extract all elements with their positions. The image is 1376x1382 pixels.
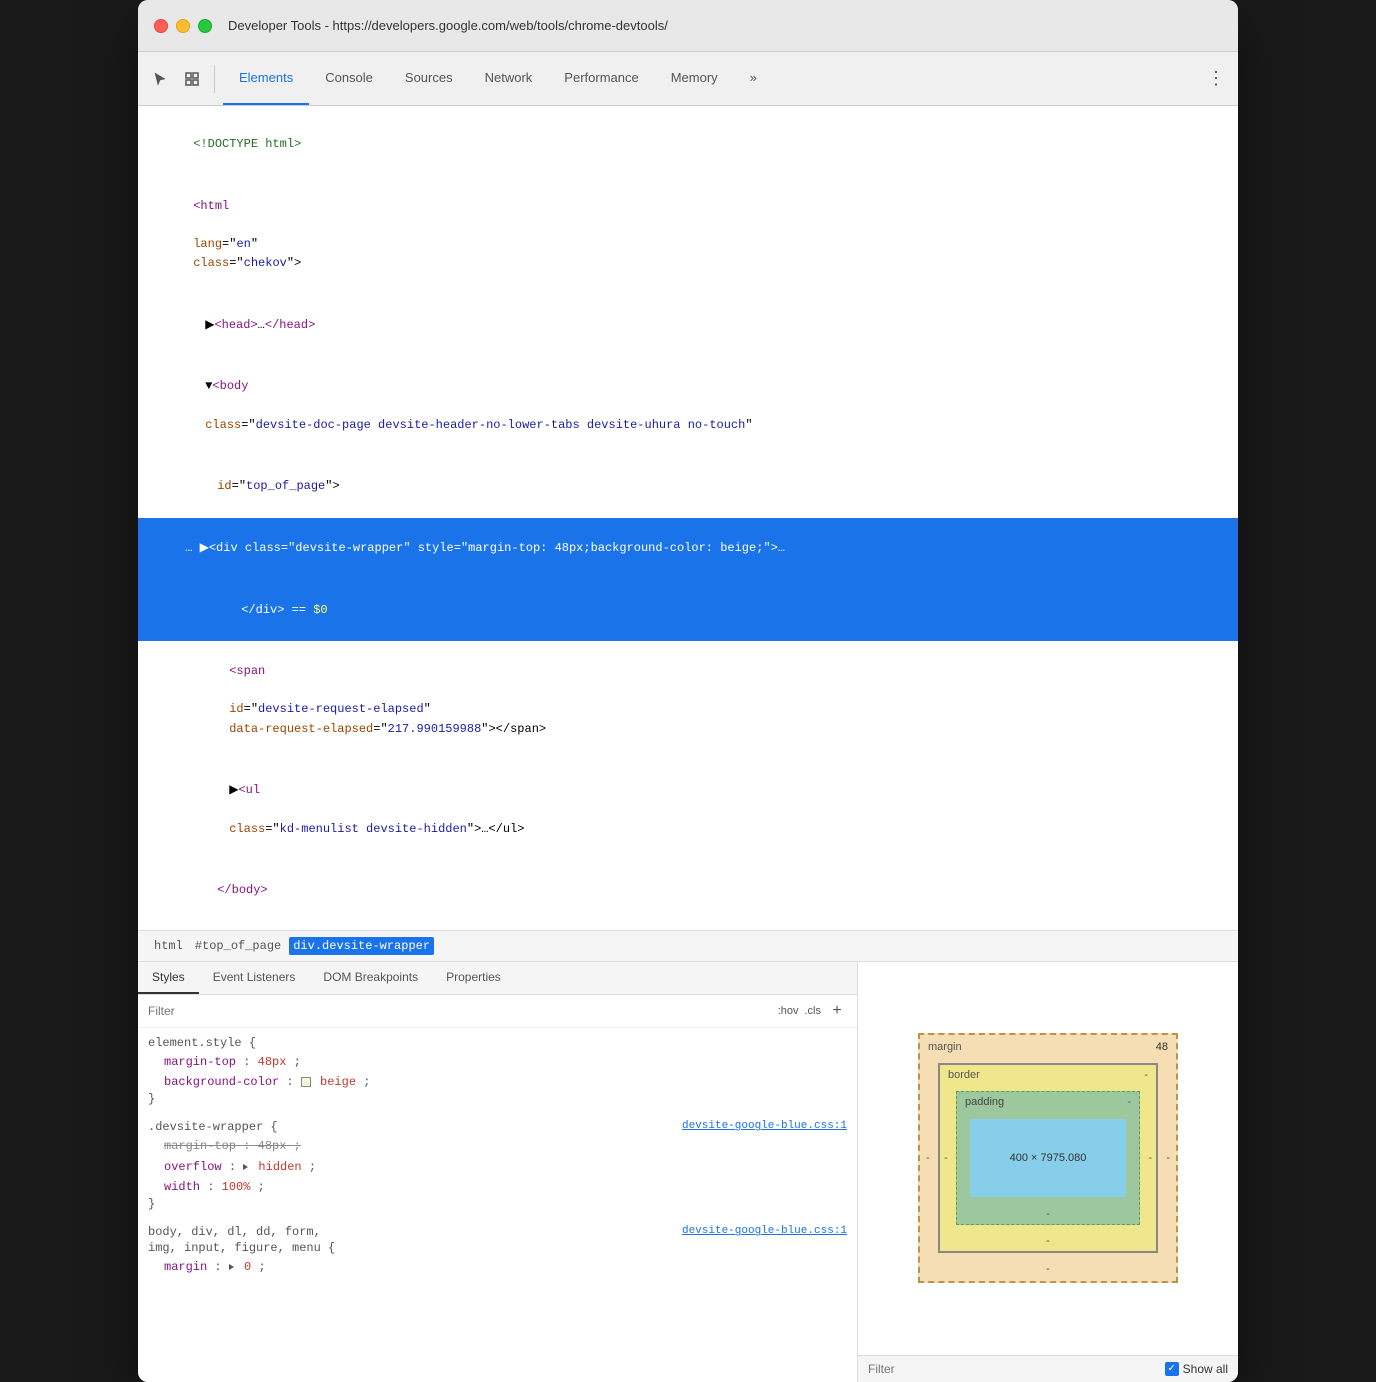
tab-elements[interactable]: Elements [223, 52, 309, 105]
minimize-button[interactable] [176, 19, 190, 33]
content-size: 400 × 7975.080 [1010, 1152, 1087, 1164]
padding-value: - [1127, 1096, 1131, 1108]
tab-dom-breakpoints[interactable]: DOM Breakpoints [309, 962, 432, 994]
border-label: border [948, 1069, 980, 1081]
css-prop[interactable]: background-color : beige ; [148, 1072, 847, 1092]
panel-tabs: Styles Event Listeners DOM Breakpoints P… [138, 962, 857, 995]
css-selector2: img, input, figure, menu { [148, 1241, 847, 1255]
dom-line[interactable]: <span id="devsite-request-elapsed" data-… [138, 641, 1238, 760]
breadcrumb-html[interactable]: html [150, 937, 187, 955]
css-close-brace: } [148, 1092, 847, 1106]
css-prop[interactable]: margin : 0 ; [148, 1257, 847, 1277]
maximize-button[interactable] [198, 19, 212, 33]
filter-hints: :hov .cls + [778, 1001, 847, 1021]
css-source-link[interactable]: devsite-google-blue.css:1 [682, 1225, 847, 1237]
titlebar: Developer Tools - https://developers.goo… [138, 0, 1238, 52]
window-title: Developer Tools - https://developers.goo… [228, 18, 668, 33]
menu-button[interactable]: ⋮ [1202, 65, 1230, 93]
dom-line[interactable]: ▶<ul class="kd-menulist devsite-hidden">… [138, 760, 1238, 860]
checkbox-indicator: ✓ [1165, 1362, 1179, 1376]
cursor-icon[interactable] [146, 65, 174, 93]
css-rule-devsite-wrapper: .devsite-wrapper { devsite-google-blue.c… [148, 1120, 847, 1211]
cls-filter[interactable]: .cls [805, 1005, 822, 1017]
filter-bar: :hov .cls + [138, 995, 857, 1028]
traffic-lights [154, 19, 212, 33]
tab-console[interactable]: Console [309, 52, 389, 105]
dom-line[interactable]: <html lang="en" class="chekov"> [138, 176, 1238, 295]
css-prop-strikethrough[interactable]: margin-top : 48px ; [148, 1136, 847, 1156]
content-box: 400 × 7975.080 [970, 1119, 1126, 1197]
dom-panel: <!DOCTYPE html> <html lang="en" class="c… [138, 106, 1238, 931]
border-right: - [1148, 1152, 1152, 1164]
toolbar: Elements Console Sources Network Perform… [138, 52, 1238, 106]
box-model-container: margin 48 - - - border - - - - [858, 962, 1238, 1355]
margin-top-value: 48 [1156, 1041, 1168, 1053]
show-all-label: Show all [1183, 1362, 1228, 1376]
css-source-link[interactable]: devsite-google-blue.css:1 [682, 1120, 847, 1132]
dom-line[interactable]: id="top_of_page"> [138, 456, 1238, 518]
border-bottom: - [1046, 1235, 1050, 1247]
main-tabs: Elements Console Sources Network Perform… [223, 52, 773, 105]
border-value: - [1144, 1069, 1148, 1081]
filter-input[interactable] [148, 1004, 778, 1018]
tab-sources[interactable]: Sources [389, 52, 469, 105]
tab-memory[interactable]: Memory [655, 52, 734, 105]
css-selector[interactable]: .devsite-wrapper { devsite-google-blue.c… [148, 1120, 847, 1134]
css-prop[interactable]: margin-top : 48px ; [148, 1052, 847, 1072]
padding-bottom: - [1046, 1208, 1050, 1220]
color-swatch[interactable] [301, 1077, 311, 1087]
tab-network[interactable]: Network [469, 52, 549, 105]
margin-bottom-value: - [1046, 1263, 1050, 1275]
border-left: - [944, 1152, 948, 1164]
inspect-icon[interactable] [178, 65, 206, 93]
padding-label: padding [965, 1096, 1004, 1108]
styles-panel: Styles Event Listeners DOM Breakpoints P… [138, 962, 858, 1382]
toolbar-icons [146, 65, 215, 93]
dom-line-selected[interactable]: … ▶<div class="devsite-wrapper" style="m… [138, 518, 1238, 580]
css-close-brace: } [148, 1197, 847, 1211]
box-model: margin 48 - - - border - - - - [918, 1033, 1178, 1283]
dom-line[interactable]: ▼<body class="devsite-doc-page devsite-h… [138, 356, 1238, 456]
dom-line[interactable]: </body> [138, 860, 1238, 922]
devtools-window: Developer Tools - https://developers.goo… [138, 0, 1238, 1382]
css-rule-element-style: element.style { margin-top : 48px ; back… [148, 1036, 847, 1107]
dom-line[interactable]: <!DOCTYPE html> [138, 114, 1238, 176]
hov-filter[interactable]: :hov [778, 1005, 799, 1017]
toolbar-end: ⋮ [1202, 65, 1230, 93]
add-style-button[interactable]: + [827, 1001, 847, 1021]
box-model-panel: margin 48 - - - border - - - - [858, 962, 1238, 1382]
show-all-checkbox[interactable]: ✓ Show all [1165, 1362, 1228, 1376]
tab-event-listeners[interactable]: Event Listeners [199, 962, 310, 994]
box-model-filter-input[interactable] [868, 1362, 1157, 1376]
css-prop[interactable]: overflow : hidden ; [148, 1157, 847, 1177]
tab-performance[interactable]: Performance [548, 52, 654, 105]
bottom-panel: Styles Event Listeners DOM Breakpoints P… [138, 962, 1238, 1382]
breadcrumb-top-of-page[interactable]: #top_of_page [191, 937, 285, 955]
margin-label: margin [928, 1041, 962, 1053]
tab-styles[interactable]: Styles [138, 962, 199, 994]
dom-line[interactable]: </div> == $0 [138, 579, 1238, 641]
margin-right-value: - [1166, 1152, 1170, 1164]
breadcrumb-active[interactable]: div.devsite-wrapper [289, 937, 434, 955]
css-selector[interactable]: body, div, dl, dd, form, devsite-google-… [148, 1225, 847, 1239]
tab-more[interactable]: » [734, 52, 773, 105]
close-button[interactable] [154, 19, 168, 33]
margin-left-value: - [926, 1152, 930, 1164]
css-selector[interactable]: element.style { [148, 1036, 847, 1050]
css-prop[interactable]: width : 100% ; [148, 1177, 847, 1197]
breadcrumb: html #top_of_page div.devsite-wrapper [138, 931, 1238, 962]
tab-properties[interactable]: Properties [432, 962, 515, 994]
dom-line[interactable]: ▶<head>…</head> [138, 295, 1238, 357]
css-content: element.style { margin-top : 48px ; back… [138, 1028, 857, 1382]
css-rule-body-div: body, div, dl, dd, form, devsite-google-… [148, 1225, 847, 1277]
box-model-filter: ✓ Show all [858, 1355, 1238, 1382]
